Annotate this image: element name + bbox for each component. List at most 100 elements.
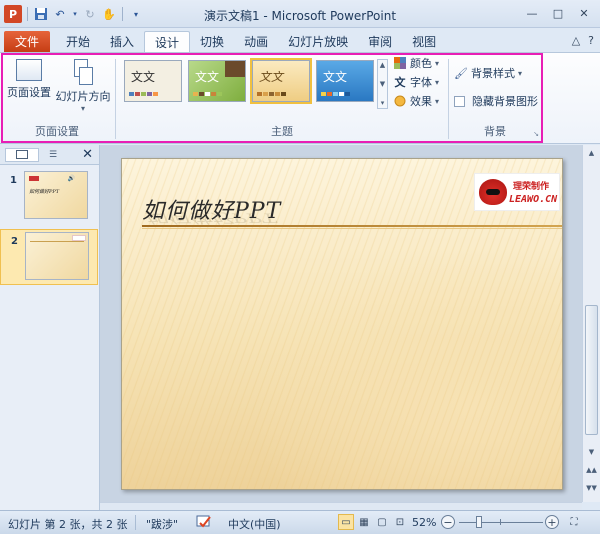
palette-icon (393, 56, 407, 70)
dialog-launcher-icon[interactable]: ↘ (533, 130, 539, 138)
theme-color-swatches (257, 92, 286, 96)
tab-animations[interactable]: 动画 (234, 31, 278, 53)
speaker-icon: 🔊 (67, 175, 75, 182)
scrollbar-thumb[interactable] (585, 305, 598, 435)
theme-gallery: 文文 文文 文文 文文 (124, 58, 374, 104)
tab-design[interactable]: 设计 (144, 31, 191, 53)
theme-effects-button[interactable]: 效果 ▾ (393, 93, 439, 109)
zoom-slider-center-mark (500, 519, 501, 525)
tab-transitions[interactable]: 切换 (190, 31, 234, 53)
spelling-check-icon[interactable] (196, 514, 212, 533)
zoom-in-icon[interactable]: + (545, 515, 559, 529)
chevron-down-icon: ▾ (435, 58, 440, 68)
help-icon[interactable]: ? (588, 34, 594, 47)
slide-thumbnail-row-selected[interactable]: 2 (0, 229, 98, 285)
language-status[interactable]: 中文(中国) (228, 516, 281, 532)
zoom-out-icon[interactable]: − (441, 515, 455, 529)
theme-blue[interactable]: 文文 (316, 60, 374, 102)
fit-to-window-icon[interactable]: ⛶ (566, 514, 582, 530)
background-styles-icon: 🖌 (454, 66, 468, 80)
page-setup-icon (16, 59, 42, 81)
zoom-slider-thumb[interactable] (476, 516, 482, 528)
hide-background-graphics-checkbox[interactable]: 隐藏背景图形 (454, 93, 538, 109)
zoom-slider-track[interactable] (459, 522, 543, 523)
theme-fonts-button[interactable]: 文 字体 ▾ (393, 74, 440, 90)
reading-view-icon[interactable]: ▢ (374, 514, 390, 530)
theme-options: 颜色 ▾ 文 字体 ▾ 效果 ▾ (393, 55, 439, 109)
tab-file[interactable]: 文件 (4, 31, 50, 53)
tab-home[interactable]: 开始 (56, 31, 100, 53)
zoom-level[interactable]: 52% (412, 516, 436, 529)
theme-color-swatches (321, 92, 350, 96)
background-styles-button[interactable]: 🖌 背景样式 ▾ (454, 65, 538, 81)
theme-gallery-scroller: ▲ ▼ ▾ (377, 59, 388, 109)
slide-number: 2 (11, 236, 18, 247)
tab-view[interactable]: 视图 (402, 31, 446, 53)
theme-journey-selected[interactable]: 文文 (250, 58, 312, 104)
chevron-down-icon: ▾ (435, 77, 440, 87)
slides-tab[interactable] (5, 147, 39, 162)
page-setup-button[interactable]: 页面设置 (6, 59, 52, 100)
slide-number: 1 (10, 175, 17, 186)
devil-mascot-icon (479, 179, 507, 205)
theme-colors-button[interactable]: 颜色 ▾ (393, 55, 439, 71)
tab-slideshow[interactable]: 幻灯片放映 (278, 31, 358, 53)
tab-insert[interactable]: 插入 (100, 31, 144, 53)
current-slide[interactable]: 如何做好PPT 如何做好PPT 理荣制作 LEAWO.CN (121, 158, 563, 490)
mini-logo-icon (72, 235, 86, 241)
horizontal-scrollbar[interactable] (100, 502, 582, 510)
theme-color-swatches (129, 92, 158, 96)
theme-name-status[interactable]: "跋涉" (146, 516, 178, 532)
theme-sample-text: 文文 (323, 70, 348, 84)
slide-thumbnail[interactable] (25, 232, 89, 280)
scroll-down-icon[interactable]: ▼ (380, 80, 385, 88)
page-setup-group-label: 页面设置 (35, 125, 79, 138)
next-slide-icon[interactable]: ▼▼ (584, 481, 599, 495)
more-themes-icon[interactable]: ▾ (381, 99, 385, 107)
slide-count-status[interactable]: 幻灯片 第 2 张，共 2 张 (8, 516, 127, 532)
tab-review[interactable]: 审阅 (358, 31, 402, 53)
slide-thumbnail-row[interactable]: 1 🔊 如何做好PPT (0, 169, 98, 225)
maximize-icon[interactable]: □ (546, 4, 570, 22)
normal-view-icon[interactable]: ▭ (338, 514, 354, 530)
effects-icon (393, 94, 407, 108)
title-rule-secondary (142, 228, 562, 229)
ribbon-right-controls: △ ? (572, 34, 594, 47)
leawo-logo: 理荣制作 LEAWO.CN (474, 173, 560, 211)
page-setup-label: 页面设置 (7, 86, 51, 99)
ribbon: 页面设置 幻灯片方向 ▾ 页面设置 主题 文文 文文 文文 文文 ▲ ▼ ▾ 颜… (0, 52, 600, 144)
minimize-icon[interactable]: — (520, 4, 544, 22)
thumbnail-title: 如何做好PPT (29, 189, 60, 195)
vertical-scrollbar[interactable]: ▲ ▼ ▲▲ ▼▼ (582, 145, 600, 502)
slide-editing-area: 如何做好PPT 如何做好PPT 理荣制作 LEAWO.CN (100, 145, 582, 502)
slide-sorter-icon[interactable]: ▦ (356, 514, 372, 530)
chevron-down-icon: ▾ (518, 68, 523, 78)
logo-chinese-text: 理荣制作 (513, 182, 550, 192)
slideshow-view-icon[interactable]: ⊡ (392, 514, 408, 530)
theme-sample-text: 文文 (195, 70, 220, 84)
tab-list: 开始 插入 设计 切换 动画 幻灯片放映 审阅 视图 (56, 31, 446, 53)
theme-sample-text: 文文 (259, 70, 284, 84)
theme-accent-block (225, 61, 245, 77)
theme-color-swatches (193, 92, 222, 96)
background-group-label: 背景 (484, 125, 506, 138)
checkbox-icon[interactable] (454, 95, 465, 107)
scroll-down-icon[interactable]: ▼ (584, 445, 599, 459)
chevron-down-icon: ▾ (435, 96, 440, 106)
scroll-up-icon[interactable]: ▲ (380, 61, 385, 69)
slide-orientation-button[interactable]: 幻灯片方向 ▾ (54, 59, 112, 113)
outline-tab[interactable]: ☰ (43, 148, 63, 162)
slide-thumbnail[interactable]: 🔊 如何做好PPT (24, 171, 88, 219)
minimize-ribbon-icon[interactable]: △ (572, 34, 580, 47)
theme-green[interactable]: 文文 (188, 60, 246, 102)
thumbnail-rule (30, 241, 84, 242)
window-title: 演示文稿1 - Microsoft PowerPoint (203, 9, 397, 23)
scroll-up-icon[interactable]: ▲ (584, 146, 599, 160)
theme-office[interactable]: 文文 (124, 60, 182, 102)
slide-title[interactable]: 如何做好PPT (142, 193, 281, 225)
close-pane-icon[interactable]: ✕ (82, 147, 93, 162)
close-icon[interactable]: ✕ (572, 4, 596, 22)
separator (135, 515, 136, 530)
previous-slide-icon[interactable]: ▲▲ (584, 463, 599, 477)
theme-fonts-label: 字体 (410, 76, 432, 89)
